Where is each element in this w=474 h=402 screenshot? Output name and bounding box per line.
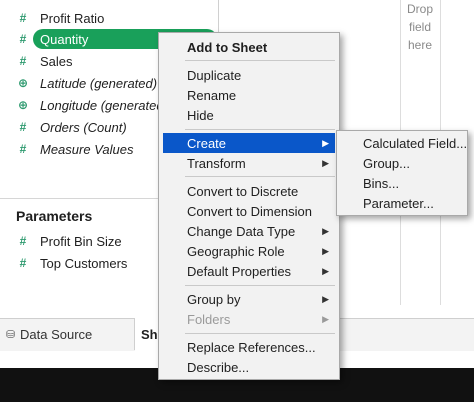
menu-item-label: Create (187, 135, 227, 151)
menu-separator (185, 129, 335, 130)
measure-hash-icon: # (19, 120, 27, 134)
create-submenu: Calculated Field... Group... Bins... Par… (336, 130, 468, 216)
menu-item-label: Group by (187, 291, 241, 307)
field-label: Latitude (generated) (40, 75, 158, 91)
menu-item-label: Hide (187, 107, 214, 123)
submenu-arrow-icon: ▶ (322, 313, 329, 324)
menu-item-label: Change Data Type (187, 223, 296, 239)
submenu-arrow-icon: ▶ (322, 137, 329, 148)
parameter-label: Top Customers (40, 255, 128, 271)
menu-item-hide[interactable]: Hide (159, 105, 339, 125)
menu-item-rename[interactable]: Rename (159, 85, 339, 105)
menu-item-label: Replace References... (187, 339, 316, 355)
globe-icon: ⊕ (17, 98, 29, 112)
menu-item-create[interactable]: Create ▶ (163, 133, 335, 153)
parameter-label: Profit Bin Size (40, 233, 122, 249)
menu-item-describe[interactable]: Describe... (159, 357, 339, 377)
submenu-arrow-icon: ▶ (322, 157, 329, 168)
database-icon: ⛁ (6, 328, 16, 341)
field-label: Profit Ratio (40, 10, 105, 26)
menu-separator (185, 176, 335, 177)
field-label: Longitude (generated) (40, 97, 168, 113)
submenu-item-label: Parameter... (363, 195, 434, 211)
menu-item-add-to-sheet[interactable]: Add to Sheet (159, 37, 339, 57)
menu-item-duplicate[interactable]: Duplicate (159, 65, 339, 85)
field-label: Quantity (40, 31, 89, 47)
menu-item-label: Describe... (187, 359, 250, 375)
submenu-item-label: Group... (363, 155, 410, 171)
field-label: Orders (Count) (40, 119, 127, 135)
menu-separator (185, 285, 335, 286)
submenu-arrow-icon: ▶ (322, 293, 329, 304)
menu-item-label: Add to Sheet (187, 39, 268, 55)
drop-field-placeholder[interactable]: Drop field here (400, 0, 440, 54)
menu-item-change-data-type[interactable]: Change Data Type ▶ (159, 221, 339, 241)
submenu-arrow-icon: ▶ (322, 265, 329, 276)
menu-separator (185, 60, 335, 61)
menu-item-label: Default Properties (187, 263, 292, 279)
menu-item-label: Folders (187, 311, 231, 327)
measure-hash-icon: # (19, 32, 27, 46)
menu-item-label: Transform (187, 155, 246, 171)
globe-icon: ⊕ (17, 76, 29, 90)
menu-item-convert-to-discrete[interactable]: Convert to Discrete (159, 181, 339, 201)
menu-item-folders: Folders ▶ (159, 309, 339, 329)
menu-item-group-by[interactable]: Group by ▶ (159, 289, 339, 309)
menu-item-default-properties[interactable]: Default Properties ▶ (159, 261, 339, 281)
menu-item-replace-references[interactable]: Replace References... (159, 337, 339, 357)
tab-label: Data Source (20, 326, 93, 342)
submenu-arrow-icon: ▶ (322, 225, 329, 236)
submenu-arrow-icon: ▶ (322, 245, 329, 256)
context-menu: Add to Sheet Duplicate Rename Hide Creat… (158, 32, 340, 380)
parameters-heading: Parameters (16, 208, 93, 224)
menu-item-label: Convert to Dimension (187, 203, 312, 219)
submenu-item-label: Bins... (363, 175, 400, 191)
tab-data-source[interactable]: ⛁ Data Source (0, 318, 135, 350)
menu-item-label: Duplicate (187, 67, 242, 83)
menu-separator (185, 333, 335, 334)
menu-item-label: Convert to Discrete (187, 183, 299, 199)
submenu-item-group[interactable]: Group... (337, 153, 467, 173)
submenu-item-bins[interactable]: Bins... (337, 173, 467, 193)
measure-hash-icon: # (19, 11, 27, 25)
measure-hash-icon: # (19, 142, 27, 156)
menu-item-label: Geographic Role (187, 243, 285, 259)
menu-item-label: Rename (187, 87, 237, 103)
submenu-item-label: Calculated Field... (363, 135, 468, 151)
menu-item-convert-to-dimension[interactable]: Convert to Dimension (159, 201, 339, 221)
field-profit-ratio[interactable]: # Profit Ratio (0, 8, 218, 28)
menu-item-geographic-role[interactable]: Geographic Role ▶ (159, 241, 339, 261)
field-label: Measure Values (40, 141, 134, 157)
menu-item-transform[interactable]: Transform ▶ (159, 153, 339, 173)
tab-label: Sh (141, 327, 158, 342)
submenu-item-parameter[interactable]: Parameter... (337, 193, 467, 213)
measure-hash-icon: # (19, 234, 27, 248)
field-label: Sales (40, 53, 73, 69)
measure-hash-icon: # (19, 256, 27, 270)
submenu-item-calculated-field[interactable]: Calculated Field... (337, 133, 467, 153)
measure-hash-icon: # (19, 54, 27, 68)
